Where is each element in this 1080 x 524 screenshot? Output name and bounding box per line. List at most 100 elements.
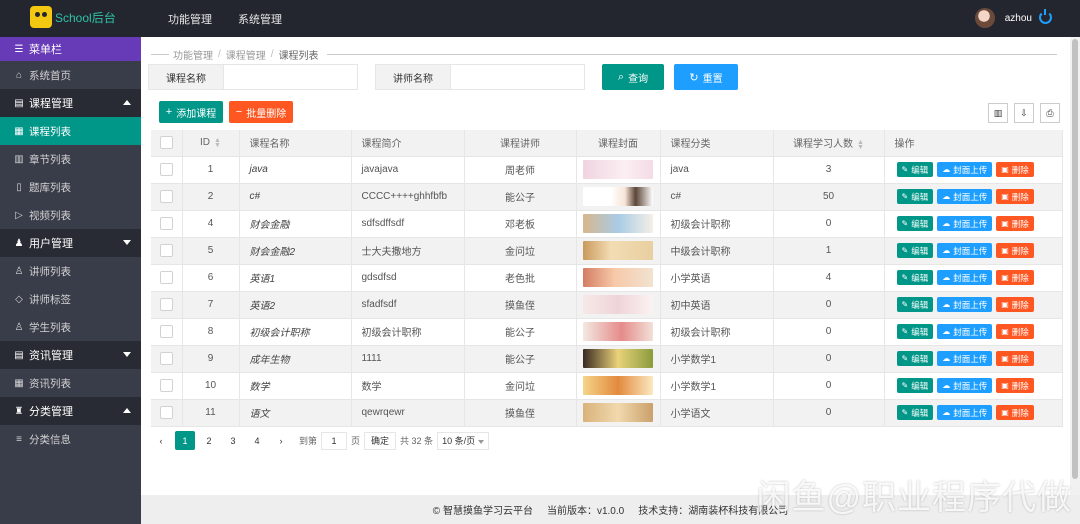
sidebar-item-teacher-list[interactable]: ♙ 讲师列表 — [0, 257, 141, 285]
sidebar-group-course[interactable]: ▤ 课程管理 — [0, 89, 141, 117]
upload-cover-button[interactable]: ☁ 封面上传 — [937, 351, 993, 366]
delete-button[interactable]: ▣ 删除 — [996, 324, 1034, 339]
columns-icon[interactable]: ▥ — [988, 103, 1008, 123]
row-checkbox[interactable] — [151, 210, 183, 238]
row-checkbox[interactable] — [151, 183, 183, 211]
col-students[interactable]: 课程学习人数 ▲ ▼ — [773, 130, 885, 157]
refresh-icon: ↻ — [689, 71, 699, 84]
edit-button[interactable]: ✎ 编辑 — [896, 243, 934, 258]
course-name-input[interactable] — [224, 64, 358, 90]
query-button[interactable]: ⌕ 查询 — [602, 64, 664, 90]
sidebar-item-news-list[interactable]: ▦ 资讯列表 — [0, 369, 141, 397]
sidebar-item-course-list[interactable]: ▦ 课程列表 — [0, 117, 141, 145]
prev-page-icon[interactable]: ‹ — [151, 431, 171, 450]
cell-id: 2 — [182, 183, 240, 211]
edit-button[interactable]: ✎ 编辑 — [896, 189, 934, 204]
upload-cover-button[interactable]: ☁ 封面上传 — [937, 378, 993, 393]
row-checkbox[interactable] — [151, 399, 183, 427]
upload-cover-button[interactable]: ☁ 封面上传 — [937, 243, 993, 258]
top-nav-function-management[interactable]: 功能管理 — [168, 11, 212, 27]
upload-cover-button[interactable]: ☁ 封面上传 — [937, 270, 993, 285]
batch-delete-button[interactable]: − 批量删除 — [229, 101, 293, 123]
sidebar-item-teacher-tags[interactable]: ◇ 讲师标签 — [0, 285, 141, 313]
logo[interactable]: School后台 — [30, 6, 116, 28]
upload-cover-button[interactable]: ☁ 封面上传 — [937, 189, 993, 204]
cell-course-intro: CCCC++++ghhfbfb — [351, 183, 465, 211]
page-2[interactable]: 2 — [199, 431, 219, 450]
upload-cover-button[interactable]: ☁ 封面上传 — [937, 162, 993, 177]
edit-button[interactable]: ✎ 编辑 — [896, 378, 934, 393]
delete-button[interactable]: ▣ 删除 — [996, 162, 1034, 177]
next-page-icon[interactable]: › — [271, 431, 291, 450]
delete-button[interactable]: ▣ 删除 — [996, 297, 1034, 312]
edit-button[interactable]: ✎ 编辑 — [896, 297, 934, 312]
user-menu[interactable]: azhou — [974, 8, 1032, 28]
breadcrumb-item[interactable]: 功能管理 — [173, 47, 213, 62]
cell-actions: ✎ 编辑 ☁ 封面上传 ▣ 删除 — [884, 264, 1063, 292]
sidebar-group-user[interactable]: ♟ 用户管理 — [0, 229, 141, 257]
edit-button[interactable]: ✎ 编辑 — [896, 324, 934, 339]
reset-button[interactable]: ↻ 重置 — [674, 64, 738, 90]
delete-button[interactable]: ▣ 删除 — [996, 189, 1034, 204]
trash-icon: ▣ — [1001, 192, 1009, 201]
sidebar-item-student-list[interactable]: ♙ 学生列表 — [0, 313, 141, 341]
breadcrumb-item[interactable]: 课程管理 — [226, 47, 266, 62]
delete-button[interactable]: ▣ 删除 — [996, 243, 1034, 258]
course-name-label: 课程名称 — [148, 64, 224, 90]
page-4[interactable]: 4 — [247, 431, 267, 450]
sidebar-item-home[interactable]: ⌂ 系统首页 — [0, 61, 141, 89]
sidebar-item-chapter-list[interactable]: ▥ 章节列表 — [0, 145, 141, 173]
delete-button[interactable]: ▣ 删除 — [996, 405, 1034, 420]
edit-button[interactable]: ✎ 编辑 — [896, 351, 934, 366]
upload-cover-button[interactable]: ☁ 封面上传 — [937, 324, 993, 339]
teacher-name-input[interactable] — [451, 64, 585, 90]
sidebar-item-question-bank[interactable]: ▯ 题库列表 — [0, 173, 141, 201]
delete-button[interactable]: ▣ 删除 — [996, 378, 1034, 393]
sidebar-group-news[interactable]: ▤ 资讯管理 — [0, 341, 141, 369]
page-size-select[interactable]: 10 条/页 — [437, 431, 490, 450]
col-category: 课程分类 — [660, 130, 774, 157]
top-nav-system-management[interactable]: 系统管理 — [238, 11, 282, 27]
row-checkbox[interactable] — [151, 156, 183, 184]
sort-icon[interactable]: ▲ ▼ — [214, 137, 221, 149]
scrollbar[interactable] — [1070, 37, 1080, 495]
cell-id: 5 — [182, 237, 240, 265]
col-id[interactable]: ID ▲ ▼ — [182, 130, 240, 157]
page-1[interactable]: 1 — [175, 431, 195, 450]
goto-confirm-button[interactable]: 确定 — [364, 431, 397, 450]
edit-button[interactable]: ✎ 编辑 — [896, 162, 934, 177]
upload-cover-button[interactable]: ☁ 封面上传 — [937, 297, 993, 312]
sidebar-item-category-info[interactable]: ≡ 分类信息 — [0, 425, 141, 453]
row-checkbox[interactable] — [151, 264, 183, 292]
select-all-checkbox[interactable] — [151, 130, 183, 157]
edit-button[interactable]: ✎ 编辑 — [896, 270, 934, 285]
row-checkbox[interactable] — [151, 372, 183, 400]
logout-power-icon[interactable] — [1039, 9, 1052, 24]
sidebar-group-category[interactable]: ♜ 分类管理 — [0, 397, 141, 425]
row-checkbox[interactable] — [151, 345, 183, 373]
cell-course-name: c# — [239, 183, 352, 211]
cell-category: 小学数学1 — [660, 345, 774, 373]
goto-page-input[interactable]: 1 — [321, 431, 348, 450]
page-3[interactable]: 3 — [223, 431, 243, 450]
print-icon[interactable]: ⎙ — [1040, 103, 1060, 123]
edit-button[interactable]: ✎ 编辑 — [896, 405, 934, 420]
delete-button[interactable]: ▣ 删除 — [996, 270, 1034, 285]
row-checkbox[interactable] — [151, 291, 183, 319]
sort-icon[interactable]: ▲ ▼ — [857, 139, 864, 151]
delete-button[interactable]: ▣ 删除 — [996, 351, 1034, 366]
upload-cover-button[interactable]: ☁ 封面上传 — [937, 405, 993, 420]
cell-students: 50 — [773, 183, 885, 211]
table-row: 9 成年生物 1111 能公子 小学数学1 0 ✎ 编辑 ☁ 封面上传 ▣ 删除 — [151, 345, 1063, 373]
row-checkbox[interactable] — [151, 318, 183, 346]
delete-button[interactable]: ▣ 删除 — [996, 216, 1034, 231]
cell-teacher: 能公子 — [464, 318, 577, 346]
edit-button[interactable]: ✎ 编辑 — [896, 216, 934, 231]
export-icon[interactable]: ⇩ — [1014, 103, 1034, 123]
add-course-button[interactable]: + 添加课程 — [159, 101, 223, 123]
cell-cover — [576, 318, 661, 346]
sidebar-item-video-list[interactable]: ▷ 视频列表 — [0, 201, 141, 229]
row-checkbox[interactable] — [151, 237, 183, 265]
total-count: 共 32 条 — [400, 436, 434, 446]
upload-cover-button[interactable]: ☁ 封面上传 — [937, 216, 993, 231]
